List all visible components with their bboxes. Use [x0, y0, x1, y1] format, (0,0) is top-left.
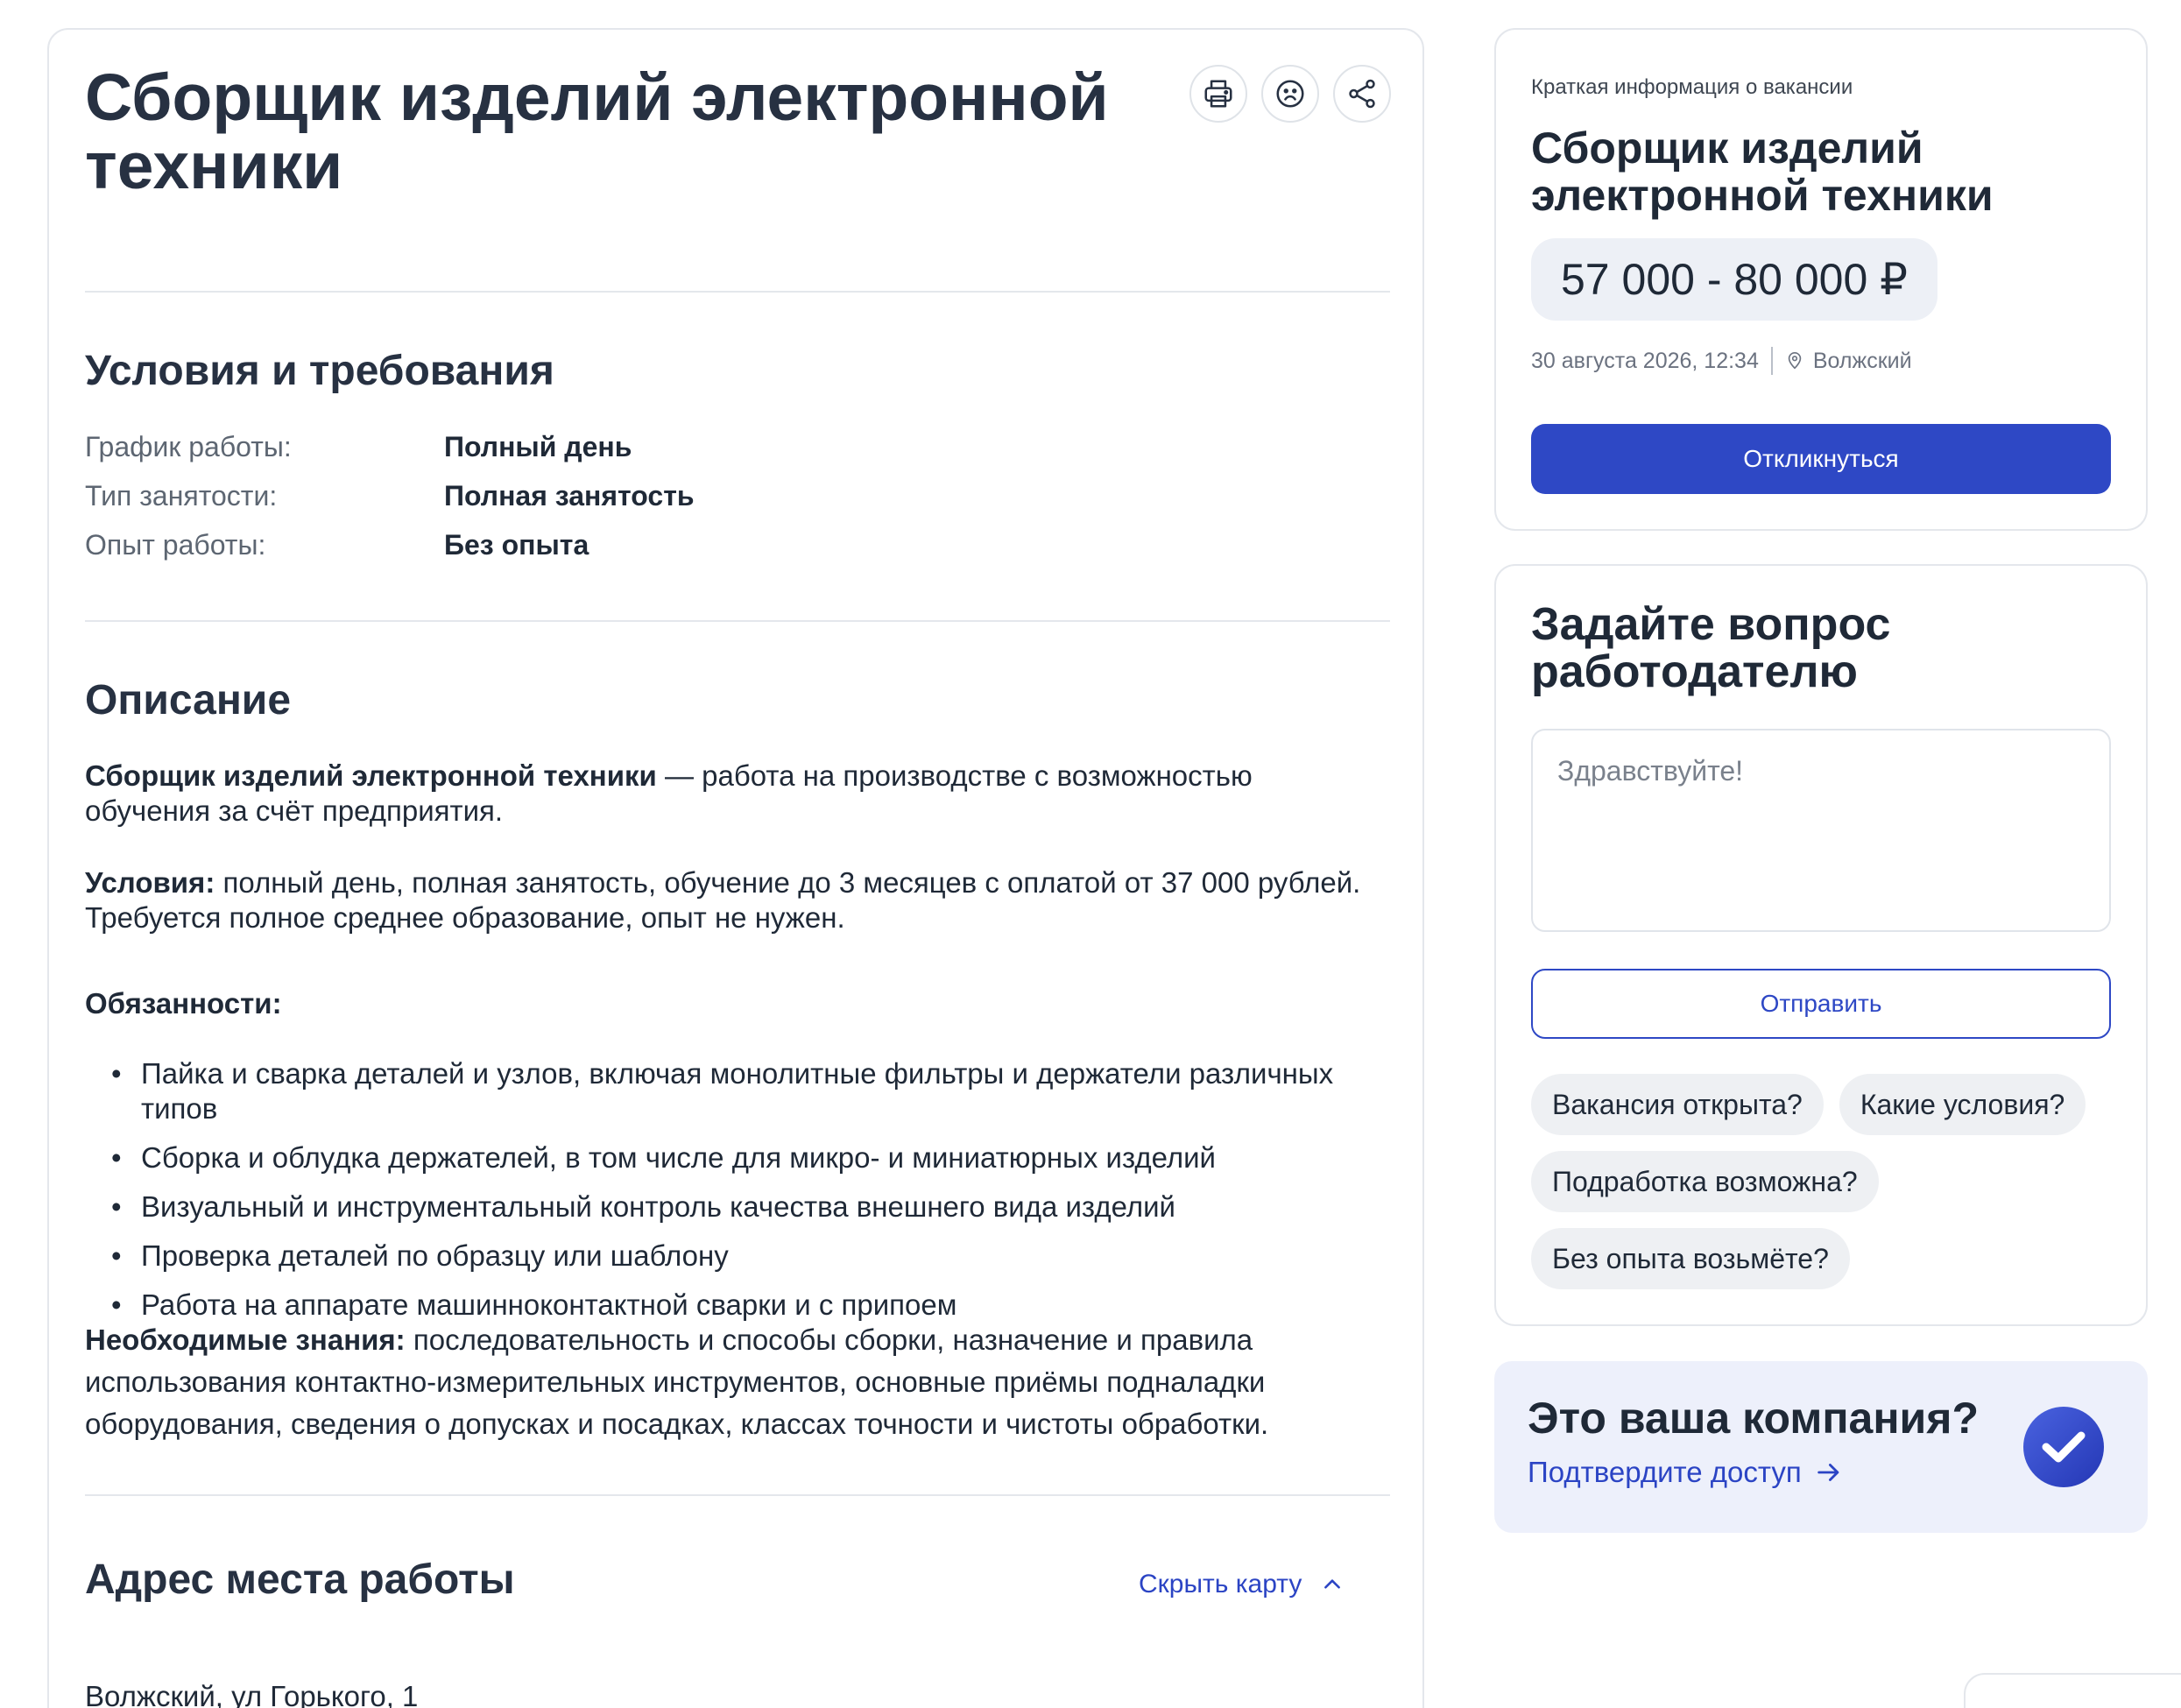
published-date: 30 августа 2026, 12:34 [1531, 348, 1759, 373]
workplace-address: Волжский, ул Горького, 1 [85, 1680, 419, 1708]
printer-icon [1204, 80, 1232, 108]
address-heading: Адрес места работы [85, 1556, 515, 1603]
kv-value: Полный день [444, 431, 632, 462]
ask-employer-card: Задайте вопрос работодателю Отправить Ва… [1494, 564, 2148, 1326]
apply-button[interactable]: Откликнуться [1531, 424, 2111, 494]
list-item: Пайка и сварка деталей и узлов, включая … [85, 1056, 1390, 1126]
list-item: Работа на аппарате машинноконтактной сва… [85, 1288, 1390, 1323]
hide-map-label: Скрыть карту [1139, 1570, 1302, 1599]
vacancy-main-card: Сборщик изделий электронной техники Усло… [47, 28, 1424, 1708]
arrow-right-icon [1817, 1464, 1839, 1481]
complain-button[interactable] [1261, 65, 1319, 123]
knowledge-bold: Необходимые знания: [85, 1323, 406, 1356]
divider [85, 1494, 1390, 1496]
summary-caption: Краткая информация о вакансии [1531, 75, 1853, 99]
duties-heading-text: Обязанности: [85, 987, 282, 1020]
salary-badge: 57 000 - 80 000 ₽ [1531, 238, 1937, 321]
quick-question-chip[interactable]: Какие условия? [1839, 1074, 2086, 1135]
city: Волжский [1812, 348, 1912, 373]
send-button[interactable]: Отправить [1531, 969, 2111, 1039]
company-claim-card: Это ваша компания? Подтвердите доступ [1494, 1361, 2148, 1533]
kv-row-experience: Опыт работы: Без опыта [85, 527, 589, 562]
list-item: Проверка деталей по образцу или шаблону [85, 1239, 1390, 1274]
job-title: Сборщик изделий электронной техники [85, 60, 1109, 202]
quick-question-chip[interactable]: Подработка возможна? [1531, 1151, 1879, 1212]
question-input[interactable] [1531, 729, 2111, 932]
divider [85, 291, 1390, 293]
confirm-access-label: Подтвердите доступ [1528, 1456, 1802, 1488]
print-button[interactable] [1189, 65, 1247, 123]
description-knowledge: Необходимые знания: последовательность и… [85, 1319, 1390, 1445]
summary-title: Сборщик изделий электронной техники [1531, 124, 1994, 220]
confirm-access-link[interactable]: Подтвердите доступ [1528, 1456, 1844, 1489]
kv-value: Без опыта [444, 529, 589, 561]
kv-label: График работы: [85, 431, 292, 462]
location-pin-icon [1788, 352, 1802, 370]
description-intro: Сборщик изделий электронной техники — ра… [85, 759, 1373, 829]
description-heading: Описание [85, 677, 292, 723]
duties-heading: Обязанности: [85, 986, 1373, 1021]
conditions-text: полный день, полная занятость, обучение … [85, 866, 1361, 934]
share-icon [1349, 79, 1375, 109]
conditions-heading: Условия и требования [85, 348, 554, 394]
kv-row-schedule: График работы: Полный день [85, 429, 632, 464]
hide-map-toggle[interactable]: Скрыть карту [1139, 1570, 1344, 1599]
description-conditions: Условия: полный день, полная занятость, … [85, 865, 1373, 935]
quick-question-chip[interactable]: Без опыта возьмёте? [1531, 1228, 1850, 1289]
kv-label: Тип занятости: [85, 480, 278, 512]
share-button[interactable] [1333, 65, 1391, 123]
chevron-up-icon [1324, 1579, 1341, 1589]
list-item: Визуальный и инструментальный контроль к… [85, 1189, 1390, 1225]
company-claim-title: Это ваша компания? [1528, 1394, 1979, 1443]
meta-separator [1770, 347, 1773, 375]
kv-label: Опыт работы: [85, 529, 266, 561]
partial-card [1964, 1673, 2181, 1708]
duties-list: Пайка и сварка деталей и узлов, включая … [85, 1056, 1390, 1337]
kv-row-employment: Тип занятости: Полная занятость [85, 478, 695, 513]
vacancy-summary-card: Краткая информация о вакансии Сборщик из… [1494, 28, 2148, 531]
list-item: Сборка и облудка держателей, в том числе… [85, 1140, 1390, 1175]
kv-value: Полная занятость [444, 480, 695, 512]
quick-question-chip[interactable]: Вакансия открыта? [1531, 1074, 1824, 1135]
question-heading: Задайте вопрос работодателю [1531, 599, 1891, 697]
intro-bold: Сборщик изделий электронной техники [85, 759, 657, 792]
vacancy-meta: 30 августа 2026, 12:34 Волжский [1531, 347, 1912, 375]
sad-face-icon [1276, 80, 1304, 108]
conditions-bold: Условия: [85, 866, 215, 899]
title-actions [1189, 65, 1391, 123]
divider [85, 620, 1390, 622]
verified-check-icon [2023, 1407, 2104, 1487]
quick-questions: Вакансия открыта? Какие условия? Подрабо… [1531, 1074, 2127, 1289]
